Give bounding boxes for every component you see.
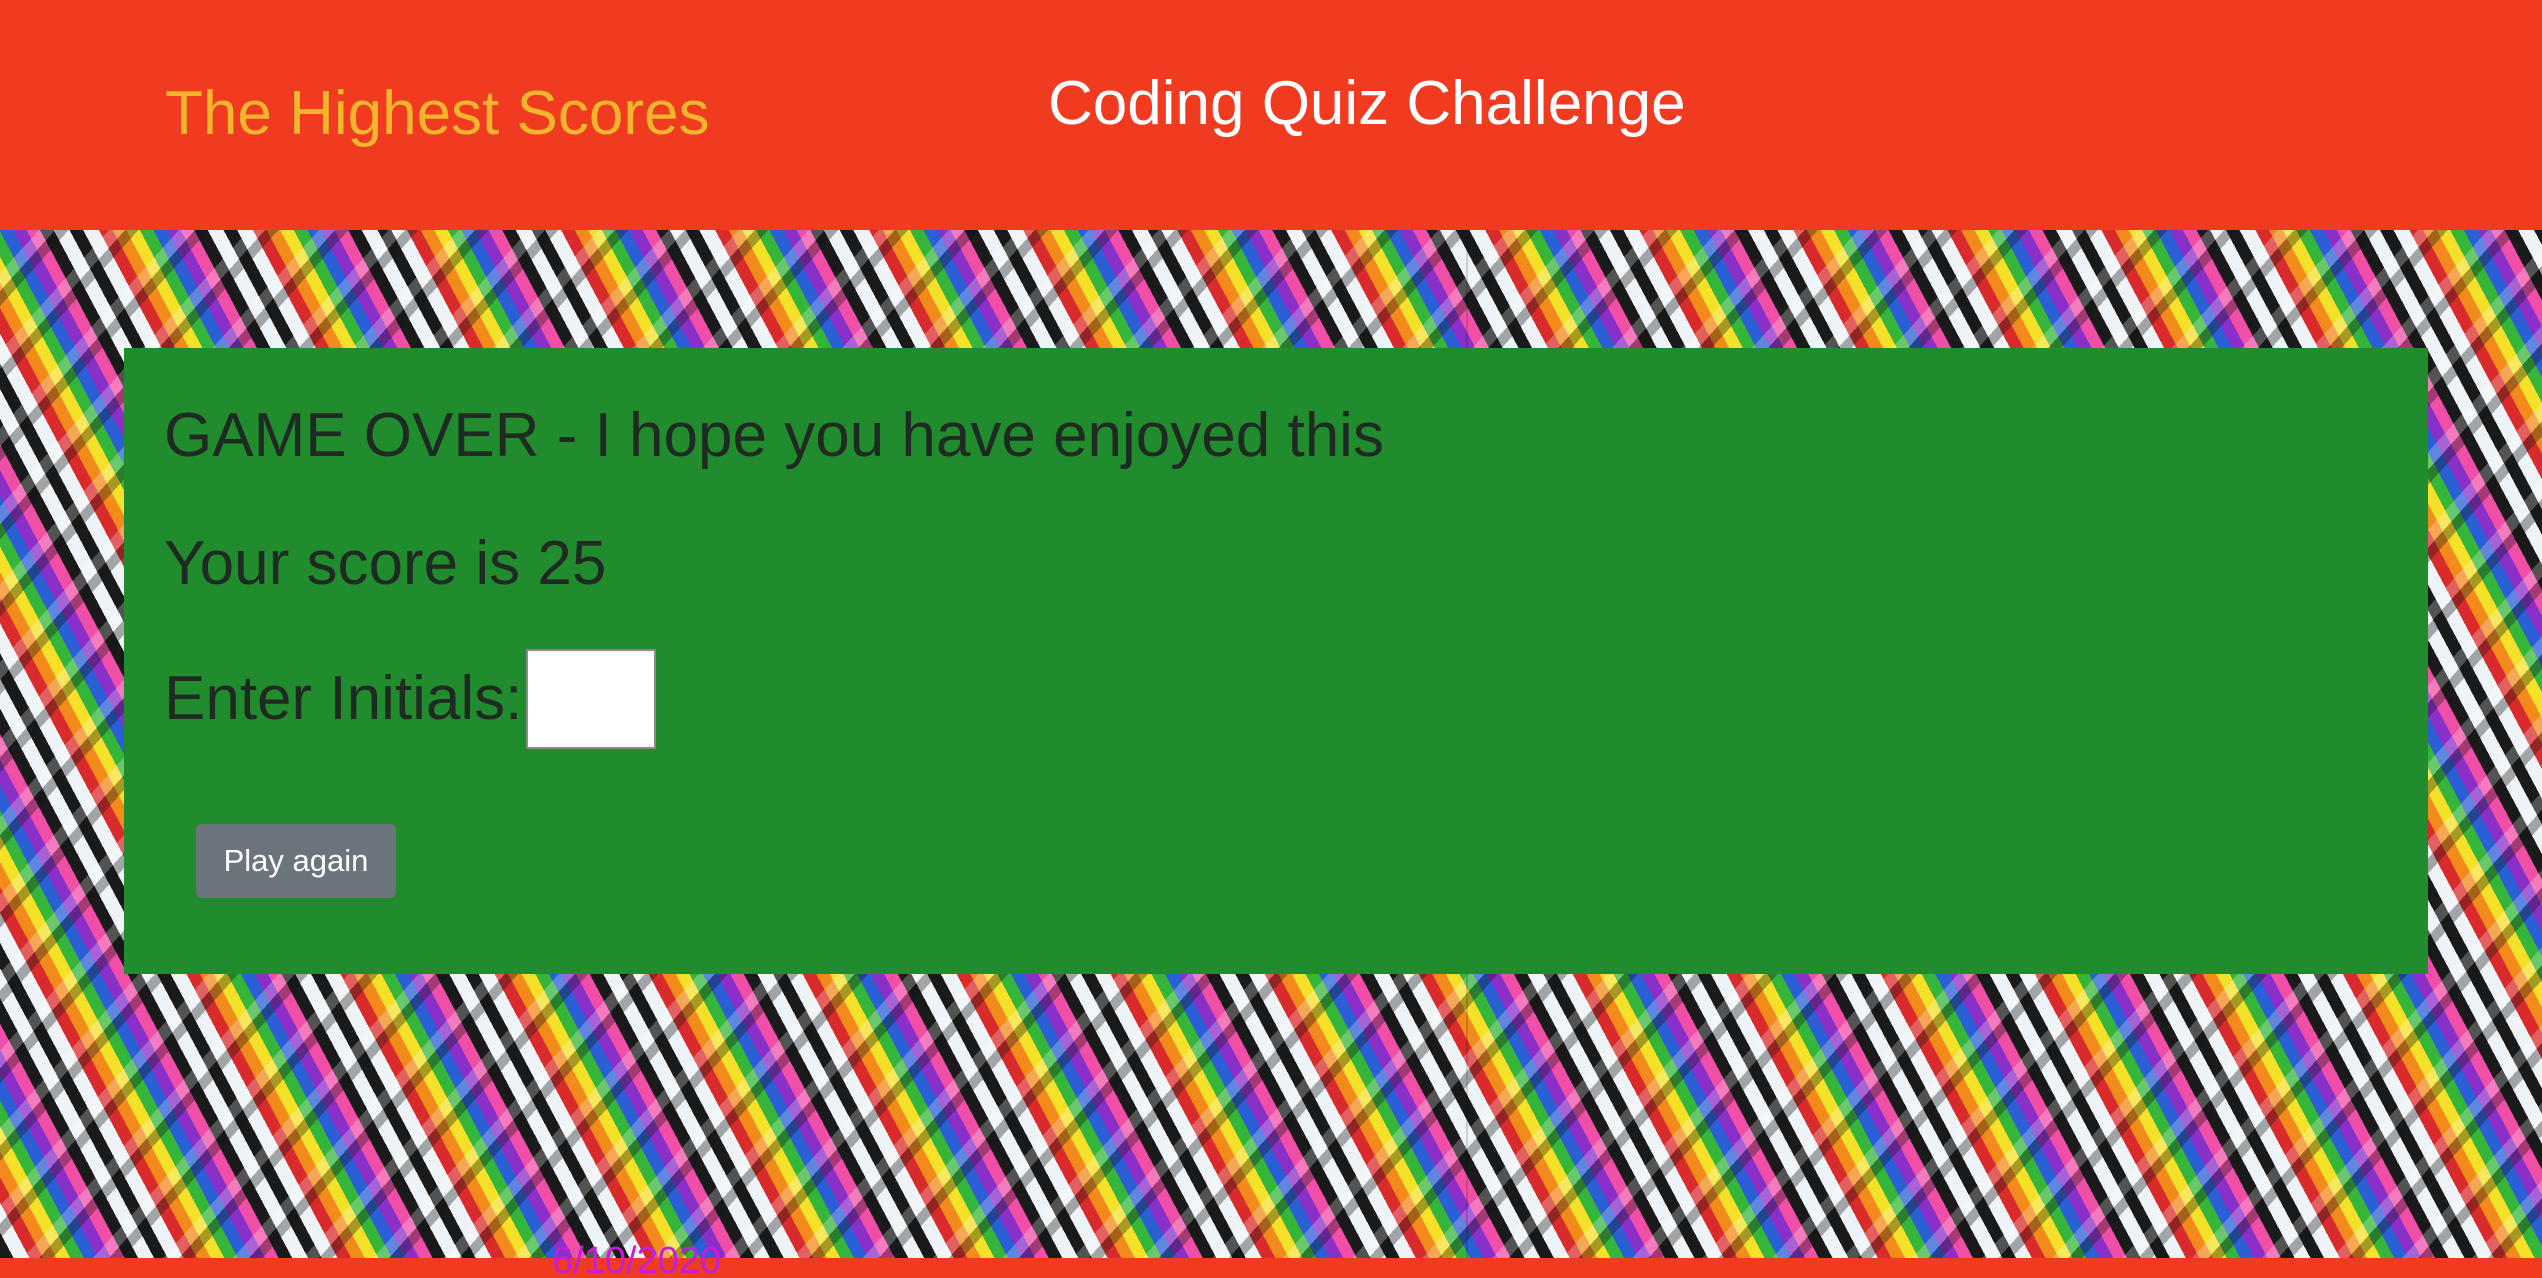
initials-row: Enter Initials: xyxy=(164,644,657,754)
initials-label: Enter Initials: xyxy=(164,664,523,733)
page-title: Coding Quiz Challenge xyxy=(1048,69,1686,138)
highscores-link[interactable]: The Highest Scores xyxy=(165,78,709,150)
site-header: The Highest Scores Coding Quiz Challenge xyxy=(0,0,2542,230)
footer-bar xyxy=(0,1258,2542,1278)
initials-input[interactable] xyxy=(526,649,657,749)
game-over-heading: GAME OVER - I hope you have enjoyed this xyxy=(164,401,1384,470)
play-again-button[interactable]: Play again xyxy=(196,824,396,898)
footer-date: 6/10/2020 xyxy=(552,1240,722,1278)
game-over-panel: GAME OVER - I hope you have enjoyed this… xyxy=(124,348,2428,974)
score-text: Your score is 25 xyxy=(164,529,607,598)
